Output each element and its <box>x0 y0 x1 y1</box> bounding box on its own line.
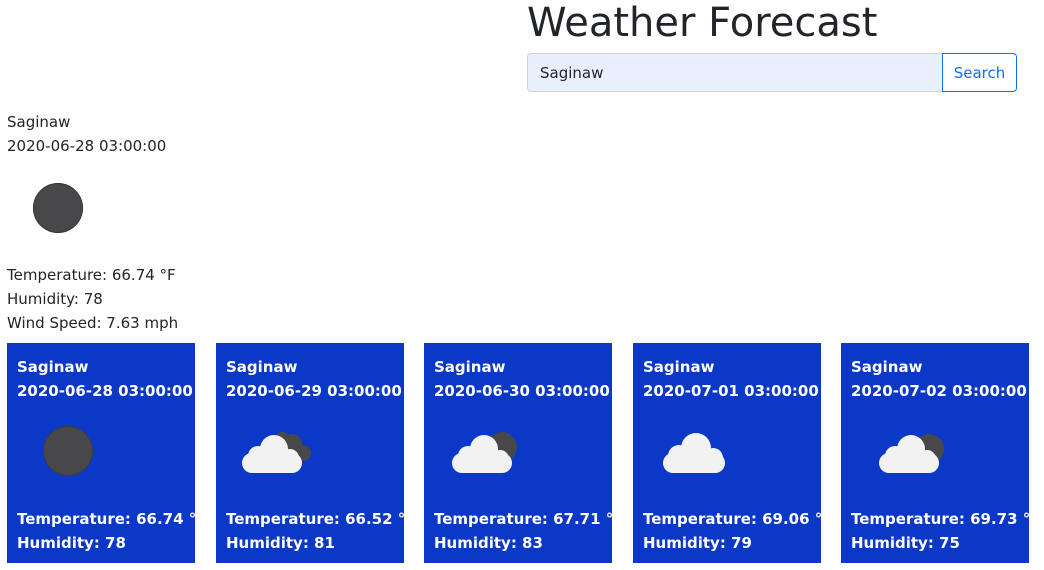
forecast-temperature: Temperature: 67.71 °F <box>434 510 624 528</box>
moon-icon <box>7 160 107 260</box>
forecast-city: Saginaw <box>434 358 506 376</box>
forecast-temperature: Temperature: 69.73 °F <box>851 510 1041 528</box>
forecast-temperature: Temperature: 66.52 °F <box>226 510 416 528</box>
forecast-temperature: Temperature: 69.06 °F <box>643 510 833 528</box>
forecast-humidity: Humidity: 79 <box>643 534 752 552</box>
partly-cloudy-night-icon <box>434 403 534 503</box>
forecast-datetime: 2020-06-29 03:00:00 <box>226 382 402 400</box>
forecast-card: Saginaw 2020-06-30 03:00:00 Temperature:… <box>424 343 624 563</box>
forecast-datetime: 2020-07-02 03:00:00 <box>851 382 1027 400</box>
page: Weather Forecast Search Saginaw 2020-06-… <box>0 0 1044 570</box>
forecast-card: Saginaw 2020-07-01 03:00:00 Temperature:… <box>633 343 833 563</box>
forecast-city: Saginaw <box>17 358 89 376</box>
forecast-humidity: Humidity: 75 <box>851 534 960 552</box>
moon-icon <box>17 403 117 503</box>
forecast-datetime: 2020-06-30 03:00:00 <box>434 382 610 400</box>
search-button[interactable]: Search <box>942 53 1017 92</box>
forecast-humidity: Humidity: 78 <box>17 534 126 552</box>
forecast-datetime: 2020-07-01 03:00:00 <box>643 382 819 400</box>
forecast-humidity: Humidity: 81 <box>226 534 335 552</box>
forecast-card: Saginaw 2020-07-02 03:00:00 Temperature:… <box>841 343 1041 563</box>
forecast-humidity: Humidity: 83 <box>434 534 543 552</box>
cloudy-night-icon <box>226 403 326 503</box>
partly-cloudy-night-icon <box>851 403 951 503</box>
current-humidity: Humidity: 78 <box>7 290 103 308</box>
page-title: Weather Forecast <box>527 0 878 46</box>
forecast-city: Saginaw <box>851 358 923 376</box>
forecast-card: Saginaw 2020-06-28 03:00:00 Temperature:… <box>7 343 207 563</box>
forecast-city: Saginaw <box>226 358 298 376</box>
current-datetime: 2020-06-28 03:00:00 <box>7 137 167 155</box>
current-city: Saginaw <box>7 113 71 131</box>
forecast-city: Saginaw <box>643 358 715 376</box>
forecast-temperature: Temperature: 66.74 °F <box>17 510 207 528</box>
cloud-icon <box>643 403 743 503</box>
forecast-card: Saginaw 2020-06-29 03:00:00 Temperature:… <box>216 343 416 563</box>
forecast-cards: Saginaw 2020-06-28 03:00:00 Temperature:… <box>7 343 1041 563</box>
search-input[interactable] <box>527 53 942 92</box>
current-wind-speed: Wind Speed: 7.63 mph <box>7 314 179 332</box>
forecast-datetime: 2020-06-28 03:00:00 <box>17 382 193 400</box>
current-temperature: Temperature: 66.74 °F <box>7 266 176 284</box>
search-group: Search <box>527 53 1017 92</box>
current-weather: Saginaw 2020-06-28 03:00:00 Temperature:… <box>7 110 178 335</box>
